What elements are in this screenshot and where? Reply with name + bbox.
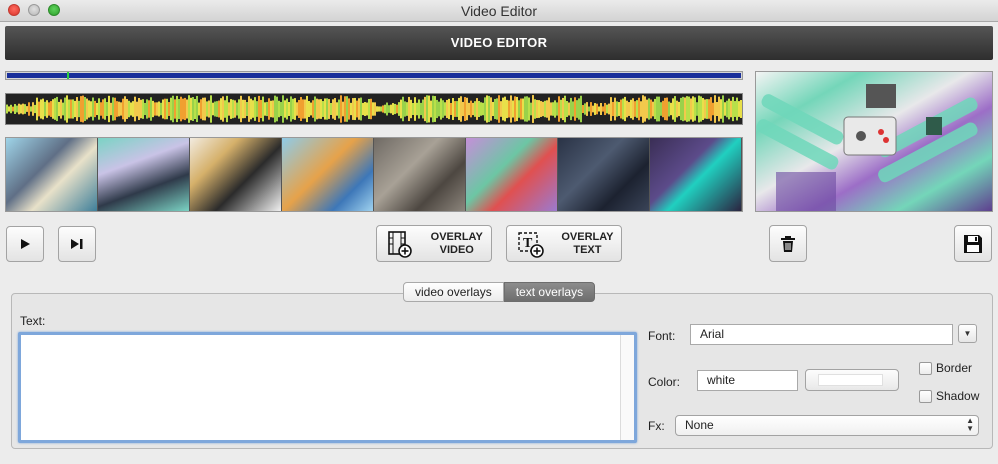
filmstrip-frame[interactable]: [6, 138, 98, 211]
filmstrip-frame[interactable]: [98, 138, 190, 211]
font-input[interactable]: Arial: [690, 324, 953, 345]
overlay-tabs: video overlays text overlays: [403, 282, 596, 302]
video-filmstrip[interactable]: [5, 137, 743, 212]
color-input[interactable]: white: [697, 370, 798, 391]
play-icon: [21, 239, 30, 249]
color-swatch-preview: [818, 374, 883, 386]
tab-video-overlays[interactable]: video overlays: [403, 282, 504, 302]
save-button[interactable]: [954, 225, 992, 262]
overlay-text-label: OVERLAY TEXT: [561, 230, 614, 256]
tab-text-overlays[interactable]: text overlays: [503, 282, 596, 302]
play-button[interactable]: [6, 226, 44, 262]
shadow-label: Shadow: [936, 389, 980, 403]
overlay-text-input[interactable]: [18, 332, 637, 443]
playhead-marker[interactable]: [66, 72, 69, 79]
window-titlebar: Video Editor: [0, 0, 998, 22]
window-title: Video Editor: [460, 3, 537, 19]
audio-waveform[interactable]: [5, 93, 743, 125]
overlay-text-button[interactable]: T OVERLAY TEXT: [506, 225, 622, 262]
step-forward-icon: [71, 239, 83, 249]
filmstrip-frame[interactable]: [190, 138, 282, 211]
color-picker-button[interactable]: [805, 369, 899, 391]
overlay-video-button[interactable]: OVERLAY VIDEO: [376, 225, 492, 262]
chevron-down-icon: ▼: [963, 329, 972, 338]
shadow-checkbox[interactable]: [919, 390, 932, 403]
film-add-icon: [388, 230, 412, 258]
app-header: VIDEO EDITOR: [5, 26, 993, 60]
border-label: Border: [936, 361, 973, 375]
fx-selected-value: None: [685, 418, 714, 432]
filmstrip-frame[interactable]: [374, 138, 466, 211]
delete-button[interactable]: [769, 225, 807, 262]
select-arrows-icon: ▲ ▼: [966, 416, 974, 433]
app-title: VIDEO EDITOR: [450, 35, 548, 50]
text-add-icon: T: [518, 231, 544, 258]
overlay-video-label: OVERLAY VIDEO: [430, 230, 483, 256]
filmstrip-frame[interactable]: [650, 138, 742, 211]
preview-illustration: [756, 84, 978, 211]
step-forward-button[interactable]: [58, 226, 96, 262]
timeline-scrubber[interactable]: [5, 71, 743, 80]
fx-select[interactable]: None ▲ ▼: [675, 415, 979, 436]
filmstrip-frame[interactable]: [466, 138, 558, 211]
text-input-scrollbar[interactable]: [620, 335, 634, 440]
trash-icon: [781, 235, 795, 252]
video-preview[interactable]: [755, 71, 993, 212]
floppy-disk-icon: [964, 234, 982, 253]
filmstrip-frame[interactable]: [282, 138, 374, 211]
waveform-graphic: [6, 95, 742, 123]
font-label: Font:: [648, 329, 676, 343]
color-label: Color:: [648, 375, 681, 389]
text-label: Text:: [20, 314, 46, 328]
font-dropdown-button[interactable]: ▼: [958, 324, 977, 343]
fx-label: Fx:: [648, 419, 665, 433]
filmstrip-frame[interactable]: [558, 138, 650, 211]
border-checkbox[interactable]: [919, 362, 932, 375]
overlay-text-value: [21, 335, 634, 343]
timeline-progress-fill: [7, 73, 741, 78]
